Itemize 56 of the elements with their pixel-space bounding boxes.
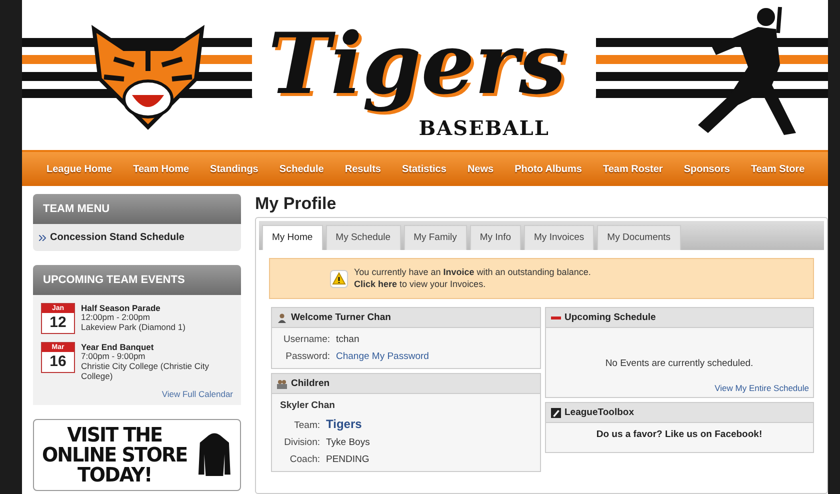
nav-link[interactable]: Statistics: [391, 164, 457, 174]
field-value: tchan: [336, 334, 360, 346]
profile-tab[interactable]: My Schedule: [326, 225, 401, 250]
profile-tab[interactable]: My Invoices: [524, 225, 594, 250]
people-icon: [277, 378, 287, 389]
panel-title: Children: [291, 378, 330, 390]
profile-tab[interactable]: My Home: [262, 225, 323, 250]
change-password-link[interactable]: Change My Password: [336, 351, 429, 362]
calendar-link[interactable]: View Full Calendar: [41, 389, 233, 400]
field-value: Tyke Boys: [326, 437, 370, 448]
profile-tab[interactable]: My Info: [470, 225, 522, 250]
event-time: 12:00pm - 2:00pm: [81, 313, 151, 323]
profile-tab[interactable]: My Family: [404, 225, 467, 250]
panel-header: UPCOMING TEAM EVENTS: [33, 265, 241, 295]
nav-link[interactable]: Team Roster: [592, 164, 674, 174]
child-name: Skyler Chan: [280, 400, 336, 412]
nav-link[interactable]: Schedule: [268, 164, 334, 174]
event-time: 7:00pm - 9:00pm: [81, 352, 146, 362]
event-location: Lakeview Park (Diamond 1): [81, 322, 186, 333]
nav-link[interactable]: League Home: [36, 164, 123, 174]
nav-link[interactable]: Results: [334, 164, 392, 174]
store-ad-banner[interactable]: VISIT THE ONLINE STORE TODAY!: [33, 419, 241, 492]
nav-link[interactable]: Team Home: [122, 164, 200, 174]
menu-item[interactable]: Concession Stand Schedule: [33, 224, 241, 251]
nav-link[interactable]: Standings: [200, 164, 269, 174]
alert-message: You currently have an Invoice with an outstanding balance. Click here to view your Invoices.: [354, 267, 591, 290]
field-label: Coach:: [288, 454, 320, 466]
event-name: Year End Banquet: [81, 342, 155, 352]
panel-title: Welcome Turner Chan: [291, 312, 391, 324]
event-location: Christie City College (Christie City College): [81, 362, 210, 382]
field-label: Password:: [284, 351, 330, 362]
team-link[interactable]: Tigers: [326, 417, 362, 432]
pencil-square-icon: [550, 408, 560, 418]
field-label: Team:: [293, 420, 320, 432]
nav-link[interactable]: Team Store: [740, 164, 816, 174]
field-value: PENDING: [326, 454, 370, 466]
nav-link[interactable]: News: [456, 164, 504, 174]
facebook-message: Do us a favor? Like us on Facebook!: [595, 428, 764, 442]
nav-link[interactable]: Sponsors: [673, 164, 740, 174]
profile-tab[interactable]: My Documents: [597, 225, 681, 250]
empty-message: No Events are currently scheduled.: [604, 357, 754, 372]
field-label: Division:: [283, 437, 320, 448]
schedule-link[interactable]: View My Entire Schedule: [546, 383, 813, 398]
double-chevron-icon: [39, 234, 46, 240]
field-label: Username:: [282, 334, 330, 346]
ad-text: TODAY!: [77, 464, 152, 486]
ad-text: ONLINE STORE: [42, 444, 188, 466]
warning-icon: [330, 270, 348, 288]
ad-text: VISIT THE: [67, 424, 162, 446]
nav-link[interactable]: Photo Albums: [504, 164, 592, 174]
event-name: Half Season Parade: [81, 303, 162, 313]
page-title: My Profile: [255, 194, 338, 214]
panel-header: TEAM MENU: [33, 194, 241, 224]
person-icon: [277, 312, 287, 323]
panel-title: LeagueToolbox: [564, 407, 634, 418]
panel-title: Upcoming Schedule: [564, 312, 656, 324]
